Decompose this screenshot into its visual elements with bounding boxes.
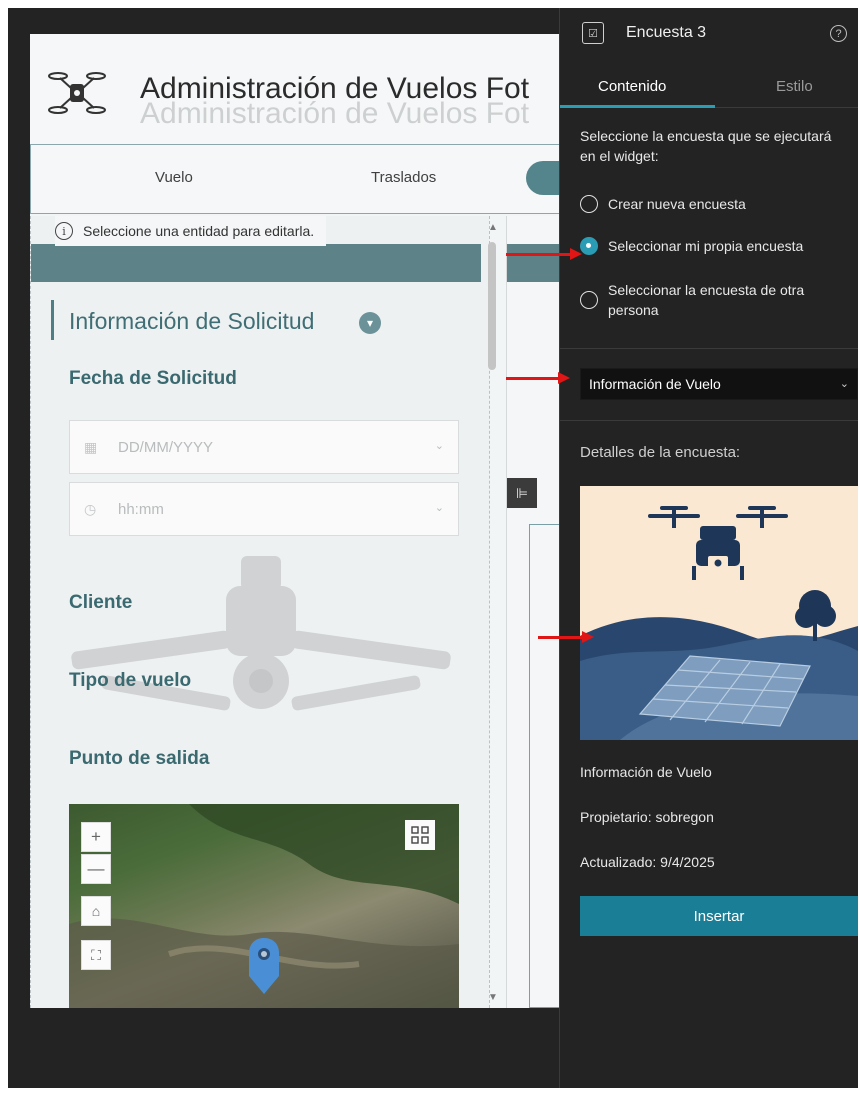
nav-item-vuelo[interactable]: Vuelo <box>155 169 193 186</box>
help-icon[interactable]: ? <box>830 25 847 42</box>
field-label-tipo-vuelo: Tipo de vuelo <box>69 670 192 691</box>
divider <box>560 348 858 349</box>
zoom-in-button[interactable]: + <box>81 822 111 852</box>
chevron-down-icon: ⌄ <box>839 378 849 390</box>
chevron-down-icon: ⌄ <box>434 502 444 514</box>
tab-estilo[interactable]: Estilo <box>776 78 813 95</box>
info-icon: i <box>55 222 73 240</box>
nav-item-active[interactable] <box>526 161 560 195</box>
widget-settings-panel: ☑ Encuesta 3 ? Contenido Estilo Seleccio… <box>559 8 858 1088</box>
location-map[interactable]: + — ⌂ ⛶ <box>69 804 459 1008</box>
time-placeholder: hh:mm <box>118 501 164 518</box>
time-input[interactable]: ◷ hh:mm ⌄ <box>69 482 459 536</box>
date-placeholder: DD/MM/YYYY <box>118 439 214 456</box>
radio-select-own-survey[interactable]: Seleccionar mi propia encuesta <box>580 236 850 256</box>
scroll-down-icon[interactable]: ▼ <box>488 992 498 1003</box>
radio-label: Crear nueva encuesta <box>608 196 746 212</box>
annotation-arrow <box>506 372 570 384</box>
nav-bar: Vuelo Traslados <box>30 144 560 214</box>
notice-text: Seleccione una entidad para editarla. <box>83 223 315 239</box>
survey-updated: Actualizado: 9/4/2025 <box>580 854 715 870</box>
field-label-punto-salida: Punto de salida <box>69 748 210 769</box>
survey-dropdown[interactable]: Información de Vuelo ⌄ <box>580 368 858 400</box>
radio-create-new-survey[interactable]: Crear nueva encuesta <box>580 194 850 214</box>
app-window: Administración de Vuelos Fot Administrac… <box>8 8 858 1088</box>
active-tab-indicator <box>560 105 715 108</box>
qr-icon[interactable] <box>405 820 435 850</box>
form-banner <box>31 244 481 282</box>
annotation-arrow <box>506 248 582 260</box>
map-pin-icon[interactable] <box>247 936 281 996</box>
edit-notice: i Seleccione una entidad para editarla. <box>55 216 327 246</box>
radio-label: Seleccionar mi propia encuesta <box>608 238 804 254</box>
survey-thumbnail <box>580 486 858 740</box>
home-icon[interactable]: ⌂ <box>81 896 111 926</box>
survey-dropdown-value: Información de Vuelo <box>589 376 721 392</box>
section-title: Información de Solicitud <box>69 308 315 334</box>
calendar-icon: ▦ <box>84 439 98 455</box>
field-label-fecha: Fecha de Solicitud <box>69 368 237 389</box>
drone-logo-icon <box>48 72 106 114</box>
selected-widget-frame[interactable] <box>529 524 559 1008</box>
radio-label: Seleccionar la encuesta de otra persona <box>608 282 805 318</box>
panel-title: Encuesta 3 <box>626 24 707 41</box>
survey-name: Información de Vuelo <box>580 764 712 780</box>
edit-form: i Seleccione una entidad para editarla. … <box>30 216 490 1008</box>
drone-background-image <box>71 556 451 711</box>
form-scrollbar[interactable]: ▲ ▼ <box>484 222 500 1008</box>
scroll-up-icon[interactable]: ▲ <box>488 222 498 233</box>
date-input[interactable]: ▦ DD/MM/YYYY ⌄ <box>69 420 459 474</box>
insert-button[interactable]: Insertar <box>580 896 858 936</box>
field-label-cliente: Cliente <box>69 592 133 613</box>
survey-select-prompt: Seleccione la encuesta que se ejecutará … <box>580 128 832 164</box>
chevron-down-icon: ⌄ <box>434 440 444 452</box>
tab-contenido[interactable]: Contenido <box>598 78 666 95</box>
app-title: Administración de Vuelos Fot <box>140 72 530 105</box>
adjacent-widget: ⊫ <box>506 216 560 1008</box>
radio-button[interactable] <box>580 195 598 213</box>
radio-select-other-survey[interactable]: Seleccionar la encuesta de otra persona <box>580 280 850 320</box>
clock-icon: ◷ <box>84 501 97 517</box>
app-header: Administración de Vuelos Fot Administrac… <box>30 34 560 144</box>
survey-icon: ☑ <box>582 22 604 44</box>
panel-tabs: Contenido Estilo <box>560 68 858 108</box>
app-canvas: Administración de Vuelos Fot Administrac… <box>30 34 560 1008</box>
section-accent <box>51 300 54 340</box>
zoom-out-button[interactable]: — <box>81 854 111 884</box>
scrollbar-thumb[interactable] <box>488 242 496 370</box>
section-collapse-toggle[interactable]: ▾ <box>359 312 381 334</box>
align-icon[interactable]: ⊫ <box>507 478 537 508</box>
fullscreen-icon[interactable]: ⛶ <box>81 940 111 970</box>
radio-button-checked[interactable] <box>580 237 598 255</box>
divider <box>560 420 858 421</box>
survey-owner: Propietario: sobregon <box>580 809 714 825</box>
nav-item-traslados[interactable]: Traslados <box>371 169 436 186</box>
survey-details-title: Detalles de la encuesta: <box>580 444 741 461</box>
radio-button[interactable] <box>580 291 598 309</box>
panel-header: ☑ Encuesta 3 ? <box>560 8 858 60</box>
annotation-arrow <box>538 631 594 643</box>
